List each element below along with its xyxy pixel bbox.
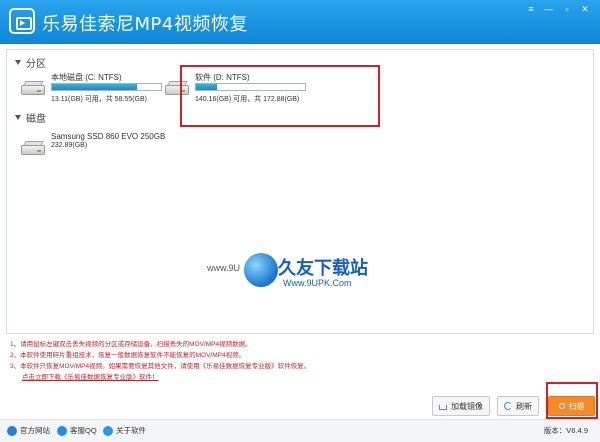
refresh-icon xyxy=(504,402,512,410)
drive-capacity: 13.11(GB) 可用，共 58.55(GB) xyxy=(51,96,147,103)
refresh-label: 刷新 xyxy=(516,401,532,411)
highlight-box-drive-d xyxy=(180,65,380,127)
menu-icon[interactable]: ≡ xyxy=(524,3,538,15)
minimize-icon[interactable]: — xyxy=(542,3,556,15)
hard-drive-icon xyxy=(21,141,45,155)
drive-usage-bar xyxy=(51,83,162,91)
support-qq-link[interactable]: 客服QQ xyxy=(57,425,97,436)
drive-name: 本地磁盘 (C: NTFS) xyxy=(51,73,122,82)
official-website-label: 官方网站 xyxy=(20,426,50,435)
disk-capacity: 232.89(GB) xyxy=(51,142,88,149)
load-image-label: 加载镜像 xyxy=(451,401,483,411)
app-title: 乐易佳索尼MP4视频恢复 xyxy=(42,14,248,35)
instruction-line: 3、本软件只恢复MOV/MP4视频。如果需要恢复其他文件，请使用《乐易佳数据恢复… xyxy=(10,363,311,370)
instructions: 1、请用鼠标左键双击丢失视频的分区或存储设备，扫描丢失的MOV/MP4视频数据。… xyxy=(10,339,430,383)
about-software-label: 关于软件 xyxy=(116,426,146,435)
drive-usage-fill xyxy=(52,84,138,90)
close-icon[interactable]: ✕ xyxy=(578,3,592,15)
watermark-left-text: www.9U xyxy=(207,263,241,273)
home-icon xyxy=(7,425,17,436)
instruction-line: 2、本软件使用碎片重组技术，恢复一般数据恢复软件不能恢复的MOV/MP4视频。 xyxy=(10,352,246,359)
qq-icon xyxy=(57,425,67,436)
info-icon xyxy=(103,425,113,436)
partitions-section-header[interactable]: 分区 xyxy=(15,55,46,70)
disk-name: Samsung SSD 860 EVO 250GB xyxy=(51,132,166,141)
app-logo-icon xyxy=(9,8,35,34)
watermark-globe-icon xyxy=(244,253,278,287)
drive-c[interactable]: 本地磁盘 (C: NTFS) 13.11(GB) 可用，共 58.55(GB) xyxy=(21,72,171,104)
hard-drive-icon xyxy=(21,81,45,95)
version-label: 版本：V6.4.9 xyxy=(543,426,588,435)
watermark-url-text: Www.9UPK.Com xyxy=(283,278,352,288)
upload-icon xyxy=(439,405,447,410)
title-bar: 乐易佳索尼MP4视频恢复 ≡ — ▫ ✕ xyxy=(0,0,600,44)
disk-samsung-ssd[interactable]: Samsung SSD 860 EVO 250GB 232.89(GB) xyxy=(21,132,171,162)
instruction-line: 1、请用鼠标左键双击丢失视频的分区或存储设备，扫描丢失的MOV/MP4视频数据。 xyxy=(10,341,252,348)
collapse-icon xyxy=(15,60,21,65)
refresh-button[interactable]: 刷新 xyxy=(497,396,539,416)
disks-header-label: 磁盘 xyxy=(26,114,46,125)
about-software-link[interactable]: 关于软件 xyxy=(103,425,146,436)
highlight-box-scan xyxy=(546,382,598,419)
window-controls: ≡ — ▫ ✕ xyxy=(524,3,592,15)
load-image-button[interactable]: 加载镜像 xyxy=(432,396,490,416)
watermark-main-text: 久友下载站 xyxy=(278,258,368,279)
status-bar: 官方网站 客服QQ 关于软件 版本：V6.4.9 xyxy=(0,419,600,442)
disks-section-header[interactable]: 磁盘 xyxy=(15,110,46,125)
maximize-icon[interactable]: ▫ xyxy=(560,3,574,15)
support-qq-label: 客服QQ xyxy=(70,426,97,435)
partitions-header-label: 分区 xyxy=(26,59,46,70)
collapse-icon xyxy=(15,115,21,120)
watermark: www.9U 久友下载站 Www.9UPK.Com xyxy=(207,253,372,293)
download-pro-link[interactable]: 点击立即下载《乐易佳数据恢复专业版》软件！ xyxy=(10,372,430,383)
official-website-link[interactable]: 官方网站 xyxy=(7,425,50,436)
